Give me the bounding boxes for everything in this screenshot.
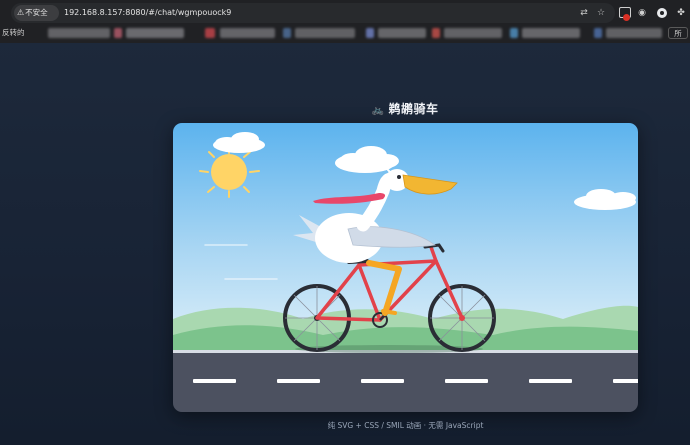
pelican-bike-scene: [173, 123, 638, 412]
bookmark-item-blurred[interactable]: [594, 28, 602, 38]
pelican-eye: [397, 175, 401, 179]
address-row: ⚠不安全 192.168.8.157:8080/#/chat/wgmpouock…: [0, 2, 690, 24]
bookmark-item-blurred[interactable]: [48, 28, 110, 38]
page-title-text: 鹈鹕骑车: [388, 102, 439, 116]
security-indicator[interactable]: ⚠不安全: [14, 5, 59, 21]
star-icon[interactable]: ☆: [595, 7, 607, 19]
extension-badge: [623, 14, 630, 21]
warning-icon: ⚠: [17, 8, 25, 17]
bookmark-item-blurred[interactable]: [295, 28, 355, 38]
bookmarks-bar: 反转的 所: [0, 24, 690, 43]
bookmark-item-blurred[interactable]: [205, 28, 215, 38]
extensions-puzzle-icon[interactable]: ✤: [674, 5, 688, 21]
bookmark-item-blurred[interactable]: [378, 28, 426, 38]
bookmark-item[interactable]: 反转的: [2, 27, 25, 39]
bookmark-item-blurred[interactable]: [220, 28, 275, 38]
profile-icon[interactable]: [657, 8, 667, 18]
bookmark-item-blurred[interactable]: [510, 28, 518, 38]
pelican-foot: [381, 309, 397, 315]
bookmark-item-blurred[interactable]: [114, 28, 122, 38]
browser-chrome: ⚠不安全 192.168.8.157:8080/#/chat/wgmpouock…: [0, 0, 690, 43]
bookmark-item-blurred[interactable]: [126, 28, 184, 38]
security-label: 不安全: [25, 8, 48, 17]
bookmark-item-blurred[interactable]: [283, 28, 291, 38]
record-icon[interactable]: ◉: [635, 5, 649, 21]
scene-svg: [173, 123, 638, 412]
page-title: 🚲 鹈鹕骑车: [0, 100, 690, 117]
bookmark-item-blurred[interactable]: [444, 28, 502, 38]
url-text[interactable]: 192.168.8.157:8080/#/chat/wgmpouock9: [64, 3, 231, 23]
extension-icon[interactable]: [619, 7, 631, 21]
bookmark-item-blurred[interactable]: [606, 28, 662, 38]
bookmark-item-blurred[interactable]: [522, 28, 580, 38]
bicycle-icon: 🚲: [371, 105, 385, 116]
bookmark-item-blurred[interactable]: [366, 28, 374, 38]
caption: 纯 SVG + CSS / SMIL 动画 · 无需 JavaScript: [327, 421, 484, 430]
bookmark-item-blurred[interactable]: [432, 28, 440, 38]
all-bookmarks-button[interactable]: 所: [668, 27, 688, 39]
address-bar[interactable]: ⚠不安全 192.168.8.157:8080/#/chat/wgmpouock…: [11, 3, 615, 23]
translate-icon[interactable]: ⇄: [578, 7, 590, 19]
